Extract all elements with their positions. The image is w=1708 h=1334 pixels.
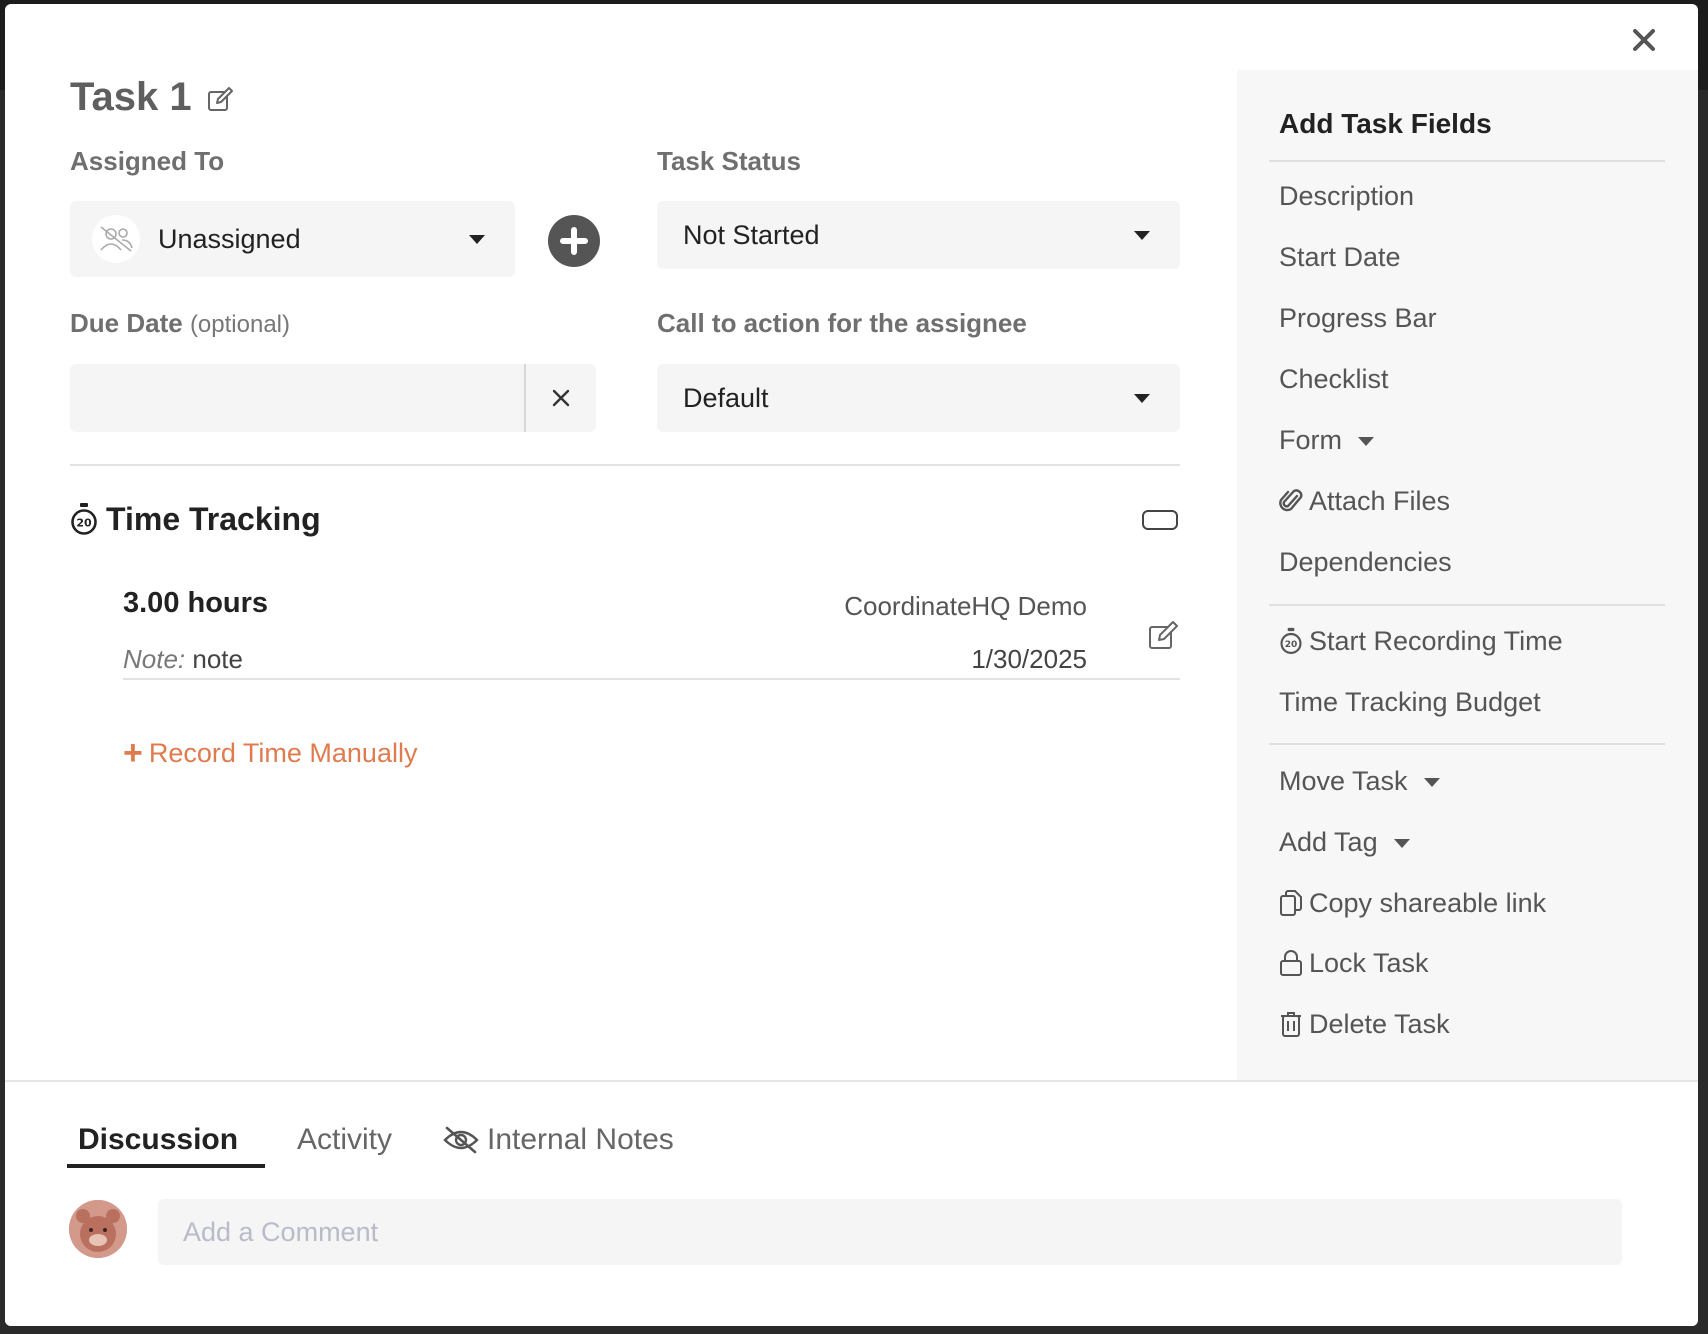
add-task-fields-sidebar: Add Task Fields Description Start Date P…: [1237, 70, 1698, 1080]
sidebar-title: Add Task Fields: [1279, 108, 1492, 139]
stopwatch-icon: 20: [71, 503, 97, 535]
sidebar-separator: [1269, 743, 1665, 745]
due-date-input-group: [70, 364, 596, 432]
entry-note: Note: note: [123, 644, 243, 675]
svg-text:20: 20: [76, 517, 92, 530]
chevron-down-icon: [1423, 777, 1440, 787]
sidebar-item-add-tag[interactable]: Add Tag: [1279, 822, 1410, 862]
sidebar-item-start-date[interactable]: Start Date: [1279, 237, 1401, 277]
sidebar-item-move-task[interactable]: Move Task: [1279, 761, 1440, 801]
record-time-manually-link[interactable]: + Record Time Manually: [123, 736, 417, 770]
section-divider: [70, 464, 1180, 466]
move-task-label: Move Task: [1279, 765, 1408, 796]
sidebar-item-delete-task[interactable]: Delete Task: [1279, 1004, 1450, 1044]
sidebar-item-attach-files[interactable]: Attach Files: [1279, 481, 1450, 521]
task-status-select[interactable]: Not Started: [657, 201, 1180, 269]
form-label: Form: [1279, 424, 1342, 455]
due-date-label-text: Due Date: [70, 308, 183, 338]
attach-files-label: Attach Files: [1309, 485, 1451, 516]
stopwatch-icon: 20: [1280, 627, 1302, 655]
plus-icon: +: [123, 734, 143, 772]
plus-circle-icon: [560, 227, 588, 255]
sidebar-item-form[interactable]: Form: [1279, 420, 1374, 460]
task-main-panel: Task 1 Assigned To Unassigned Task Statu…: [70, 70, 1180, 770]
entry-divider: [123, 678, 1180, 680]
avatar: [69, 1200, 127, 1258]
cta-label: Call to action for the assignee: [657, 308, 1027, 338]
task-status-label: Task Status: [657, 146, 802, 176]
close-icon: [1633, 29, 1655, 51]
sidebar-separator: [1269, 604, 1665, 606]
edit-title-button[interactable]: [206, 86, 234, 114]
chevron-down-icon: [1393, 838, 1410, 848]
entry-date: 1/30/2025: [971, 644, 1087, 674]
assigned-to-select[interactable]: Unassigned: [70, 201, 515, 277]
entry-project: CoordinateHQ Demo: [844, 591, 1087, 621]
chevron-down-icon: [469, 235, 485, 244]
edit-entry-button[interactable]: [1145, 618, 1181, 654]
sidebar-item-copy-shareable-link[interactable]: Copy shareable link: [1279, 883, 1546, 923]
add-assignee-button[interactable]: [548, 215, 600, 267]
delete-task-label: Delete Task: [1309, 1008, 1450, 1039]
active-tab-indicator: [67, 1164, 265, 1168]
lock-icon: [1280, 950, 1302, 976]
comment-input[interactable]: [158, 1199, 1622, 1265]
time-tracking-header: 20 Time Tracking: [70, 497, 321, 541]
sidebar-item-start-recording-time[interactable]: 20 Start Recording Time: [1279, 621, 1563, 661]
eye-slash-icon: [443, 1126, 479, 1154]
cta-select[interactable]: Default: [657, 364, 1180, 432]
copy-shareable-link-label: Copy shareable link: [1309, 887, 1547, 918]
sidebar-item-dependencies[interactable]: Dependencies: [1279, 542, 1452, 582]
assigned-to-value: Unassigned: [158, 223, 301, 254]
time-tracking-title: Time Tracking: [106, 500, 321, 537]
chevron-down-icon: [1134, 394, 1150, 403]
copy-icon: [1280, 890, 1302, 916]
sidebar-item-checklist[interactable]: Checklist: [1279, 359, 1389, 399]
tab-activity[interactable]: Activity: [297, 1116, 392, 1164]
title-row: Task 1: [70, 70, 1180, 124]
start-recording-time-label: Start Recording Time: [1309, 625, 1563, 656]
task-title: Task 1: [70, 74, 192, 119]
unassigned-user-icon: [100, 226, 133, 252]
chevron-down-icon: [1358, 436, 1374, 446]
note-label: Note:: [123, 644, 186, 674]
entry-hours: 3.00 hours: [123, 587, 269, 619]
trash-icon: [1281, 1012, 1301, 1037]
record-time-label: Record Time Manually: [148, 737, 418, 768]
sidebar-item-lock-task[interactable]: Lock Task: [1279, 943, 1429, 983]
clear-due-date-button[interactable]: [524, 364, 596, 432]
note-text: note: [192, 644, 243, 674]
optional-hint: (optional): [189, 311, 290, 338]
edit-icon: [1149, 621, 1178, 649]
sidebar-item-progress-bar[interactable]: Progress Bar: [1279, 298, 1437, 338]
close-button[interactable]: [1626, 22, 1662, 58]
task-status-value: Not Started: [683, 219, 820, 250]
chevron-down-icon: [1134, 231, 1150, 240]
cta-value: Default: [683, 382, 769, 413]
tab-internal-notes[interactable]: Internal Notes: [443, 1116, 674, 1164]
sidebar-item-time-tracking-budget[interactable]: Time Tracking Budget: [1279, 682, 1541, 722]
toggle-icon[interactable]: [1142, 510, 1178, 530]
tab-discussion[interactable]: Discussion: [78, 1116, 238, 1164]
assigned-to-label: Assigned To: [70, 146, 225, 176]
add-tag-label: Add Tag: [1279, 826, 1378, 857]
clear-icon: [552, 389, 570, 407]
due-date-label: Due Date (optional): [70, 308, 290, 339]
due-date-field[interactable]: [70, 364, 524, 432]
user-avatar-icon: [69, 1200, 127, 1258]
sidebar-separator: [1269, 160, 1665, 162]
unassigned-avatar: [92, 215, 140, 263]
bottom-panel: Discussion Activity Internal Notes: [5, 1080, 1698, 1326]
edit-icon: [207, 87, 233, 111]
paperclip-icon: [1279, 489, 1303, 512]
internal-notes-label: Internal Notes: [487, 1123, 674, 1156]
lock-task-label: Lock Task: [1309, 947, 1429, 978]
task-modal: Task 1 Assigned To Unassigned Task Statu…: [5, 4, 1698, 1326]
sidebar-item-description[interactable]: Description: [1279, 176, 1414, 216]
svg-text:20: 20: [1285, 640, 1298, 650]
